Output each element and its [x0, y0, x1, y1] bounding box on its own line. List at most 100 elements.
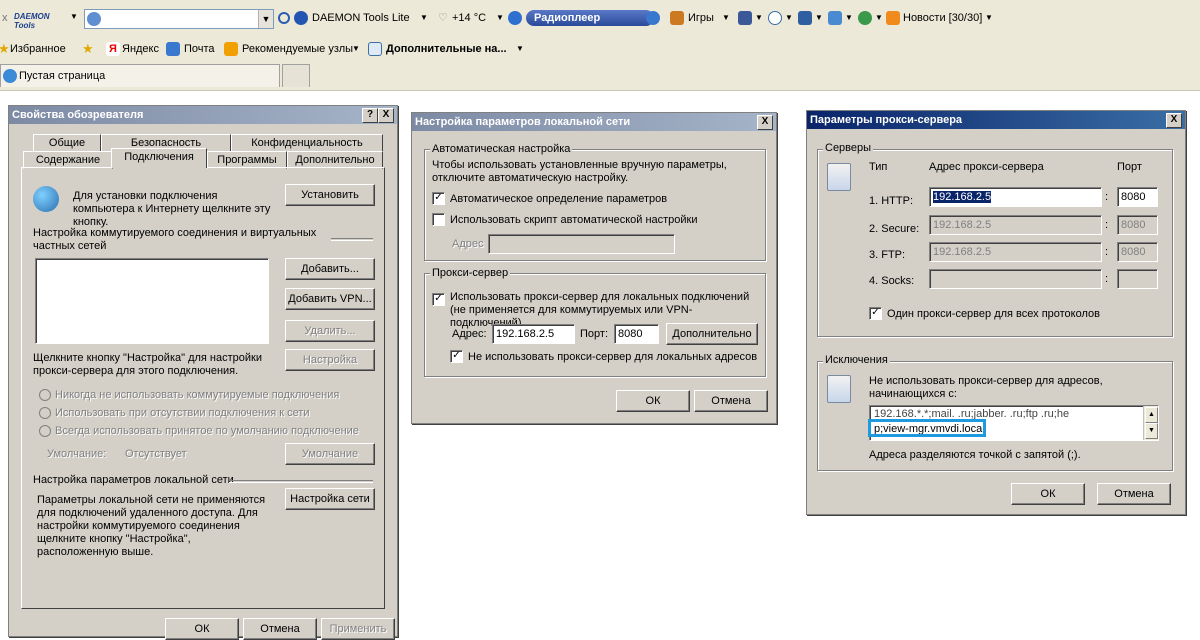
weather-icon: ♡ [438, 12, 448, 24]
socks-label: 4. Socks: [869, 275, 915, 287]
tab-connections[interactable]: Подключения [111, 148, 207, 168]
textarea-scrollbar[interactable]: ▲ ▼ [1143, 406, 1158, 440]
ie-icon [3, 69, 17, 83]
ok-button[interactable]: ОК [616, 390, 690, 412]
calendar-icon[interactable] [798, 11, 812, 25]
tab-privacy[interactable]: Конфиденциальность [231, 134, 383, 152]
same-proxy-checkbox[interactable]: ✓ [869, 307, 882, 320]
weather-dropdown-icon[interactable]: ▼ [496, 13, 504, 22]
setup-button[interactable]: Установить [285, 184, 375, 206]
radio-never[interactable] [39, 389, 51, 401]
dialup-separator [331, 238, 373, 241]
secure-address-input[interactable]: 192.168.2.5 [929, 215, 1102, 235]
help-button[interactable]: ? [362, 108, 378, 123]
default-button[interactable]: Умолчание [285, 443, 375, 465]
socks-address-input[interactable] [929, 269, 1102, 289]
tab-blank-page[interactable]: Пустая страница [0, 64, 280, 87]
add-favorite-icon[interactable]: ★ [82, 41, 94, 57]
history-dropdown-icon[interactable]: ▼ [785, 13, 793, 22]
auto-detect-checkbox[interactable]: ✓ [432, 192, 445, 205]
fb-dropdown-icon[interactable]: ▼ [755, 13, 763, 22]
exceptions-hint: Адреса разделяются точкой с запятой (;). [869, 449, 1081, 461]
people-dropdown-icon[interactable]: ▼ [875, 13, 883, 22]
search-icon[interactable] [278, 12, 290, 24]
favorites-button[interactable]: Избранное [10, 43, 66, 55]
scroll-down-icon[interactable]: ▼ [1145, 423, 1158, 439]
exceptions-text: Не использовать прокси-сервер для адресо… [869, 375, 1103, 400]
more-dropdown-icon[interactable]: ▼ [516, 44, 524, 53]
default-value: Отсутствует [125, 448, 187, 460]
radio-always[interactable] [39, 425, 51, 437]
lan-separator [229, 480, 373, 483]
lan-settings-button[interactable]: Настройка сети [285, 488, 375, 510]
socks-port-input[interactable] [1117, 269, 1158, 289]
remove-button[interactable]: Удалить... [285, 320, 375, 342]
lan-text: Параметры локальной сети не применяются … [37, 494, 266, 558]
http-port-input[interactable]: 8080 [1117, 187, 1158, 207]
add-button[interactable]: Добавить... [285, 258, 375, 280]
recommended-link[interactable]: Рекомендуемые узлы [242, 43, 353, 55]
secure-port-input[interactable]: 8080 [1117, 215, 1158, 235]
highlight-box [868, 419, 986, 437]
people-icon[interactable] [858, 11, 872, 25]
news-label[interactable]: Новости [30/30] [903, 12, 982, 24]
ok-button[interactable]: ОК [165, 618, 239, 640]
rss-icon [886, 11, 900, 25]
play-icon[interactable] [508, 11, 522, 25]
daemon-label[interactable]: DAEMON Tools Lite [312, 12, 410, 24]
combo-arrow-icon[interactable]: ▼ [258, 10, 273, 28]
cancel-button[interactable]: Отмена [694, 390, 768, 412]
tab-general[interactable]: Общие [33, 134, 101, 152]
close-toolbar-icon[interactable]: x [2, 12, 8, 24]
cancel-button[interactable]: Отмена [1097, 483, 1171, 505]
port-input[interactable]: 8080 [614, 324, 659, 344]
search-combo[interactable]: ▼ [84, 9, 274, 29]
radio-absent[interactable] [39, 407, 51, 419]
mail-link[interactable]: Почта [184, 43, 215, 55]
secure-label: 2. Secure: [869, 223, 920, 235]
cancel-button[interactable]: Отмена [243, 618, 317, 640]
close-button[interactable]: X [1166, 113, 1182, 128]
auto-script-checkbox[interactable] [432, 213, 445, 226]
close-button[interactable]: X [757, 115, 773, 130]
script-address-input[interactable] [488, 234, 675, 254]
search-engine-icon [87, 12, 101, 26]
calendar-dropdown-icon[interactable]: ▼ [815, 13, 823, 22]
radio-player[interactable]: Радиоплеер [526, 10, 654, 26]
volume-icon[interactable] [646, 11, 660, 25]
daemon-dropdown-icon[interactable]: ▼ [420, 13, 428, 22]
bing-icon [224, 42, 238, 56]
history-icon[interactable] [768, 11, 782, 25]
add-vpn-button[interactable]: Добавить VPN... [285, 288, 375, 310]
facebook-icon[interactable] [738, 11, 752, 25]
yandex-link[interactable]: Яндекс [122, 43, 159, 55]
ftp-port-input[interactable]: 8080 [1117, 242, 1158, 262]
close-button[interactable]: X [378, 108, 394, 123]
connections-list[interactable] [35, 258, 269, 344]
exceptions-group-label: Исключения [823, 354, 890, 366]
use-proxy-checkbox[interactable]: ✓ [432, 293, 445, 306]
games-dropdown-icon[interactable]: ▼ [722, 13, 730, 22]
advanced-button[interactable]: Дополнительно [666, 323, 758, 345]
dropdown-arrow-icon[interactable]: ▼ [70, 12, 78, 21]
news-dropdown-icon[interactable]: ▼ [985, 13, 993, 22]
settings-button[interactable]: Настройка [285, 349, 375, 371]
proxy-address-input[interactable]: 192.168.2.5 [492, 324, 575, 344]
ftp-colon: : [1105, 246, 1109, 258]
ftp-address-input[interactable]: 192.168.2.5 [929, 242, 1102, 262]
radio-always-label: Всегда использовать принятое по умолчани… [55, 425, 359, 437]
same-proxy-label: Один прокси-сервер для всех протоколов [887, 308, 1100, 320]
bypass-local-checkbox[interactable]: ✓ [450, 350, 463, 363]
apply-button[interactable]: Применить [321, 618, 395, 640]
more-addons-link[interactable]: Дополнительные на... [386, 43, 507, 55]
ok-button[interactable]: ОК [1011, 483, 1085, 505]
new-tab-button[interactable] [282, 64, 310, 87]
games-label[interactable]: Игры [688, 12, 714, 24]
weather-label[interactable]: +14 °C [452, 12, 486, 24]
script-address-label: Адрес [452, 238, 484, 250]
chart-dropdown-icon[interactable]: ▼ [845, 13, 853, 22]
chart-icon[interactable] [828, 11, 842, 25]
scroll-up-icon[interactable]: ▲ [1145, 407, 1158, 423]
recommended-dropdown-icon[interactable]: ▼ [352, 44, 360, 53]
http-address-input[interactable]: 192.168.2.5 [929, 187, 1102, 207]
